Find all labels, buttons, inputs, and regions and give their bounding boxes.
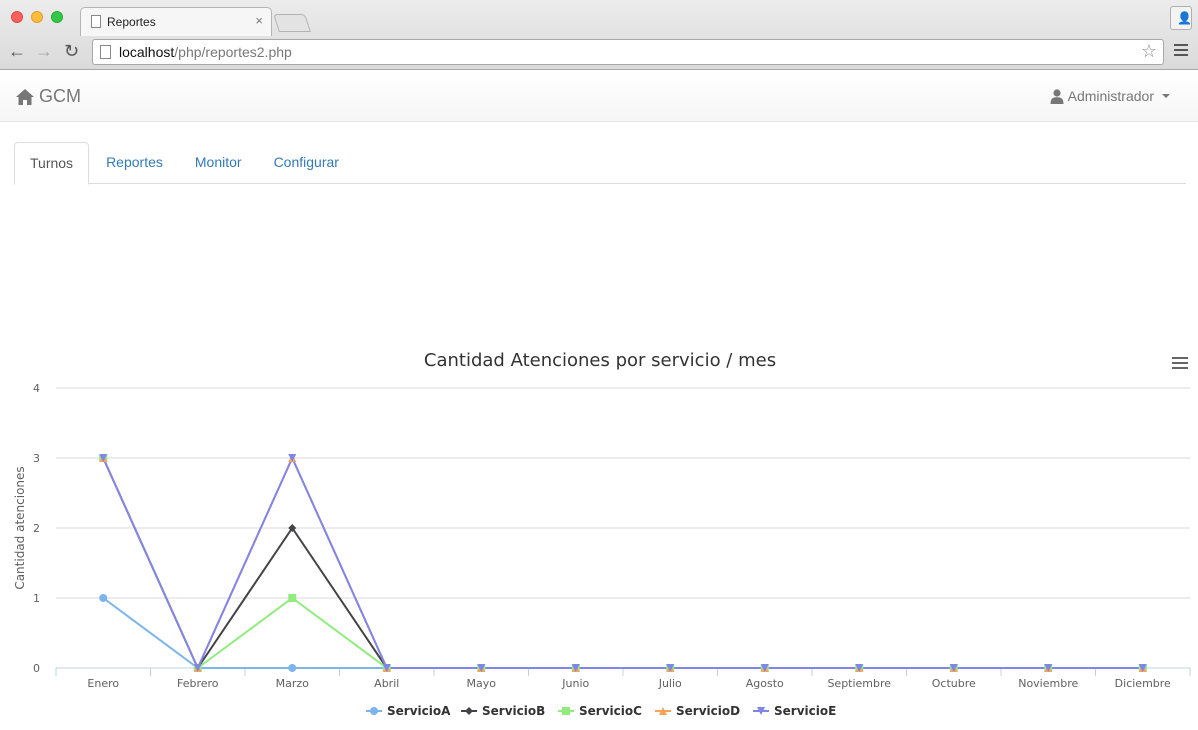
brand-link[interactable]: GCM	[15, 86, 81, 107]
browser-menu-icon[interactable]	[1174, 44, 1188, 59]
tab-configurar[interactable]: Configurar	[259, 142, 354, 184]
profile-button[interactable]: 👤	[1170, 6, 1192, 30]
brand-name: GCM	[39, 86, 81, 106]
minimize-window-button[interactable]	[31, 11, 43, 23]
tab-monitor[interactable]: Monitor	[180, 142, 257, 184]
address-bar[interactable]: localhost/php/reportes2.php ☆	[92, 39, 1164, 65]
legend-marker-servicioa	[370, 707, 378, 715]
legend-item-serviciob[interactable]: ServicioB	[482, 704, 545, 718]
back-icon[interactable]: ←	[8, 41, 26, 62]
data-point-servicioc	[288, 594, 297, 602]
caret-down-icon	[1162, 94, 1170, 98]
series-line-servicioa	[102, 597, 1143, 669]
bookmark-star-icon[interactable]: ☆	[1141, 41, 1157, 62]
user-name: Administrador	[1067, 88, 1154, 104]
url-text[interactable]: localhost/php/reportes2.php	[119, 44, 292, 60]
x-tick-label: Diciembre	[1115, 677, 1171, 690]
series-line-serviciob	[102, 457, 1143, 671]
app-navbar: GCM Administrador	[0, 71, 1198, 122]
x-tick-label: Septiembre	[827, 677, 891, 690]
x-tick-label: Noviembre	[1018, 677, 1078, 690]
browser-chrome: Reportes × 👤 ← → ↻ localhost/php/reporte…	[0, 0, 1198, 70]
x-tick-label: Octubre	[932, 677, 976, 690]
url-path: /php/reportes2.php	[174, 44, 292, 60]
legend-item-servicioc[interactable]: ServicioC	[579, 704, 642, 718]
y-tick-label: 4	[33, 382, 40, 395]
main-tabs: Turnos Reportes Monitor Configurar	[14, 142, 1186, 185]
close-window-button[interactable]	[11, 11, 23, 23]
series-line-servicioe	[102, 455, 1143, 671]
y-tick-label: 0	[33, 662, 40, 675]
forward-icon[interactable]: →	[35, 41, 53, 62]
legend-item-serviciod[interactable]: ServicioD	[676, 704, 740, 718]
user-menu[interactable]: Administrador	[1050, 88, 1170, 104]
x-tick-label: Julio	[658, 677, 682, 690]
browser-tab[interactable]: Reportes ×	[80, 7, 272, 36]
tab-reportes[interactable]: Reportes	[91, 142, 178, 184]
person-icon: 👤	[1177, 11, 1192, 25]
user-icon	[1050, 88, 1064, 104]
x-tick-label: Junio	[561, 677, 589, 690]
x-tick-label: Abril	[374, 677, 399, 690]
y-tick-label: 1	[33, 592, 40, 605]
x-tick-label: Agosto	[746, 677, 784, 690]
tab-title: Reportes	[107, 15, 156, 29]
x-tick-label: Mayo	[467, 677, 497, 690]
line-chart: Cantidad Atenciones por servicio / mes 0 1…	[13, 350, 1191, 718]
legend-marker-servicioc	[562, 707, 570, 715]
chart-context-menu-icon[interactable]	[1172, 357, 1188, 372]
y-tick-label: 3	[33, 452, 40, 465]
y-tick-label: 2	[33, 522, 40, 535]
y-axis-title: Cantidad atenciones	[13, 466, 27, 589]
x-tick-label: Marzo	[276, 677, 310, 690]
x-tick-label: Enero	[87, 677, 119, 690]
data-point-servicioa	[288, 664, 297, 672]
legend-item-servicioe[interactable]: ServicioE	[774, 704, 836, 718]
zoom-window-button[interactable]	[51, 11, 63, 23]
legend-item-servicioa[interactable]: ServicioA	[387, 704, 451, 718]
tab-close-icon[interactable]: ×	[255, 13, 263, 28]
new-tab-button[interactable]	[273, 14, 311, 32]
document-icon	[91, 15, 101, 28]
data-point-servicioa	[99, 594, 108, 602]
reload-icon[interactable]: ↻	[64, 41, 79, 62]
home-icon	[16, 88, 34, 105]
page-icon	[100, 45, 111, 59]
url-host: localhost	[119, 44, 175, 60]
tab-turnos[interactable]: Turnos	[14, 142, 90, 185]
legend-marker-serviciob	[465, 707, 473, 715]
series-line-serviciod	[102, 455, 1143, 671]
x-tick-label: Febrero	[177, 677, 219, 690]
chart-title: Cantidad Atenciones por servicio / mes	[424, 350, 776, 371]
series-line-servicioc	[102, 457, 1143, 670]
